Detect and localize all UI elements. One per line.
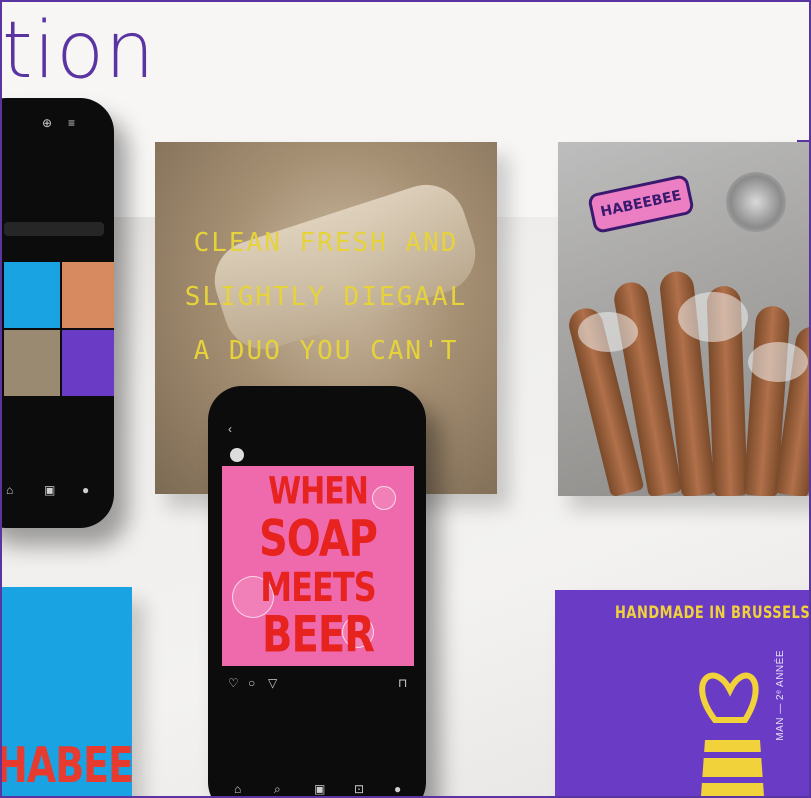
search-icon[interactable]: ⌕ — [274, 782, 281, 796]
bookmark-icon[interactable]: ⊓ — [398, 676, 407, 690]
bee-logo-icon — [693, 672, 773, 796]
profile-icon[interactable]: ● — [394, 782, 401, 796]
phone-center: ‹ WHEN SOAP MEETS BEER ♡ ○ ▽ ⊓ ⌂ ⌕ ▣ ⊡ ● — [208, 386, 426, 796]
grid-post[interactable] — [4, 262, 60, 328]
post-headline: BEER — [262, 606, 375, 664]
menu-icon[interactable]: ≡ — [68, 116, 75, 130]
grid-post[interactable] — [62, 330, 114, 396]
foam-image — [578, 312, 638, 352]
grid-post[interactable] — [4, 330, 60, 396]
post-headline: WHEN — [268, 469, 369, 514]
presentation-canvas: tion CLEAN FRESH AND SLIGHTLY DIEGAAL A … — [0, 0, 811, 798]
profile-icon[interactable]: ● — [82, 483, 89, 497]
post-headline: SOAP — [258, 510, 378, 568]
foam-image — [678, 292, 748, 342]
post-image[interactable]: WHEN SOAP MEETS BEER — [222, 466, 414, 666]
add-icon[interactable]: ⊕ — [42, 116, 52, 130]
shop-icon[interactable]: ⊡ — [354, 782, 364, 796]
reels-icon[interactable]: ▣ — [44, 483, 55, 497]
phone-left: ⊕ ≡ ⌂ ▣ ● — [2, 98, 114, 528]
soap-text-line: SLIGHTLY DIEGAAL — [184, 282, 468, 312]
back-chevron-icon[interactable]: ‹ — [228, 422, 232, 436]
soap-text-line: CLEAN FRESH AND — [193, 228, 459, 258]
reels-icon[interactable]: ▣ — [314, 782, 325, 796]
hands-photo-tile: HABEEBEE — [558, 142, 809, 496]
avatar[interactable] — [230, 448, 244, 462]
purple-brand-tile: HANDMADE IN BRUSSELS MAN — 2ᵉ ANNÉE — [555, 590, 811, 796]
post-headline: MEETS — [260, 563, 376, 611]
foam-image — [748, 342, 808, 382]
like-icon[interactable]: ♡ — [228, 676, 239, 690]
blue-brand-tile: HABEEBEE — [2, 587, 132, 796]
handmade-headline: HANDMADE IN BRUSSELS — [615, 603, 811, 624]
habeebee-sticker: HABEEBEE — [586, 173, 696, 235]
home-icon[interactable]: ⌂ — [234, 782, 241, 796]
brand-name: HABEEBEE — [2, 736, 132, 794]
grid-post[interactable] — [62, 262, 114, 328]
soap-bar-image — [204, 174, 486, 360]
drain-image — [726, 172, 786, 232]
comment-icon[interactable]: ○ — [248, 676, 255, 690]
share-icon[interactable]: ▽ — [268, 676, 277, 690]
page-title: tion — [2, 6, 156, 96]
soap-text-line: A DUO YOU CAN'T — [193, 336, 459, 366]
profile-button[interactable] — [4, 222, 104, 236]
home-icon[interactable]: ⌂ — [6, 483, 13, 497]
vertical-label: MAN — 2ᵉ ANNÉE — [775, 650, 786, 741]
